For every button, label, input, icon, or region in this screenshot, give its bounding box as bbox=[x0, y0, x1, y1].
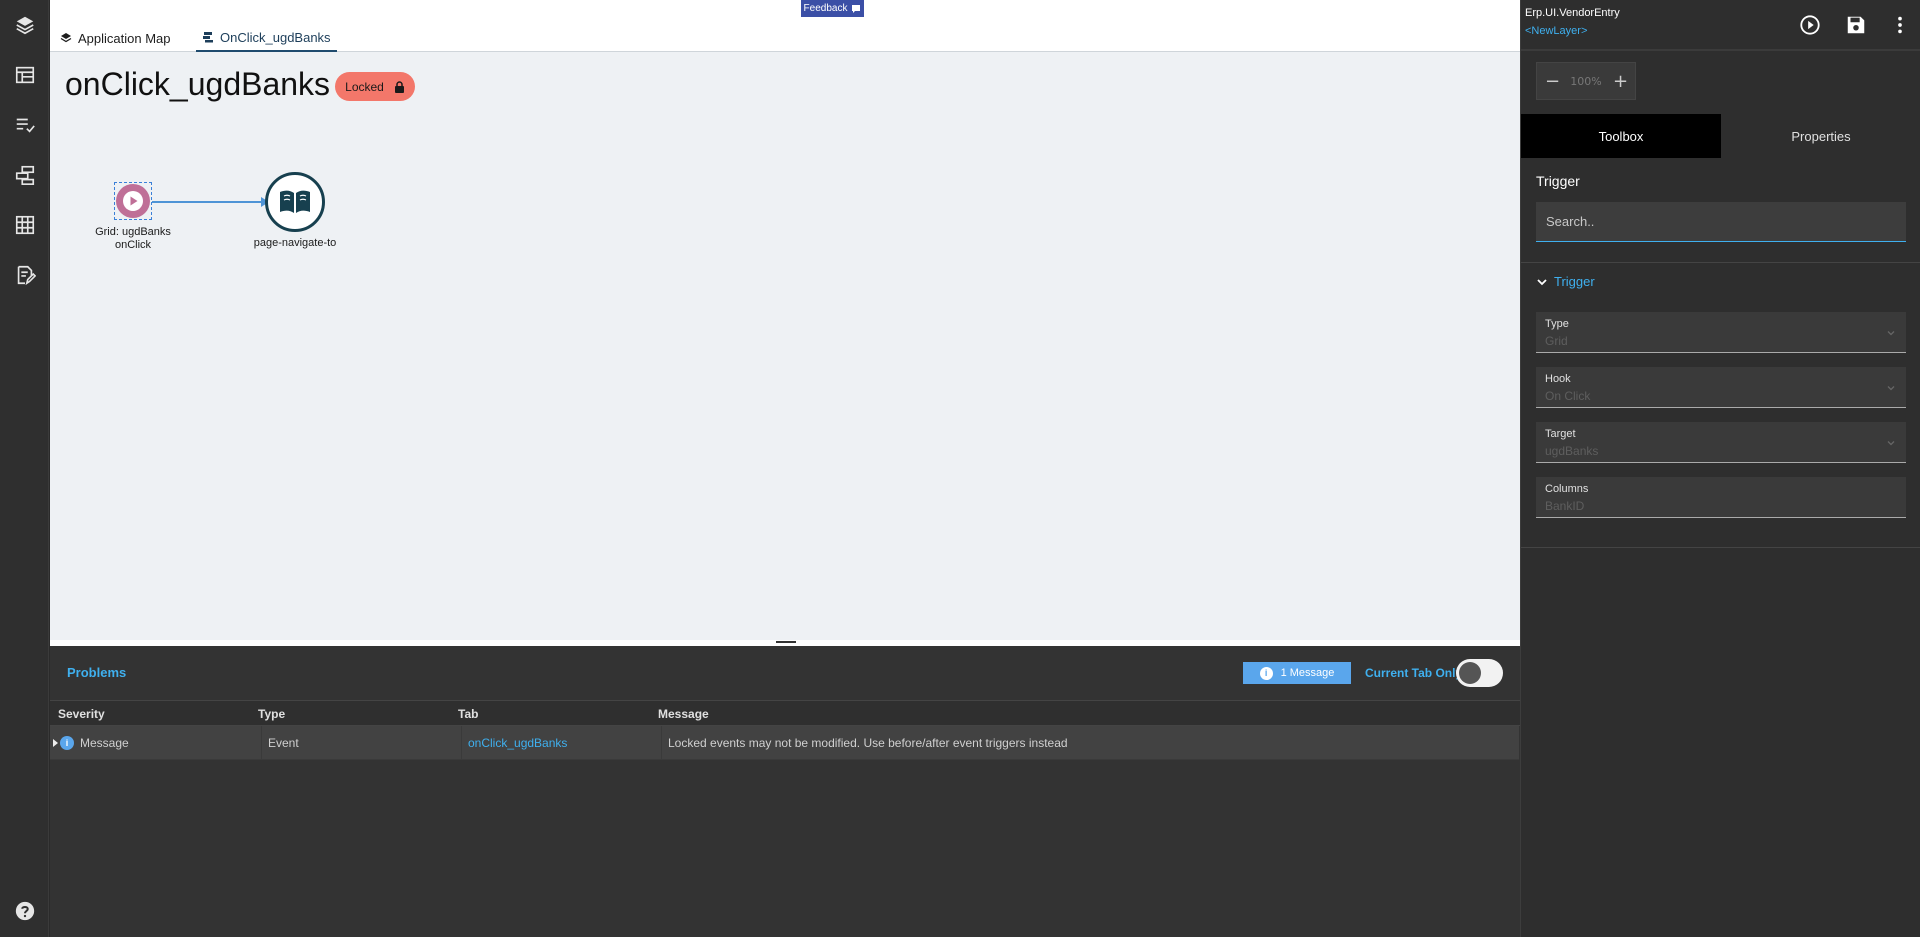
save-icon bbox=[1847, 16, 1865, 34]
message-count-label: 1 Message bbox=[1280, 667, 1335, 679]
data-views-icon[interactable] bbox=[12, 162, 38, 188]
grid-table-icon[interactable] bbox=[12, 212, 38, 238]
type-dropdown[interactable]: Type Grid bbox=[1536, 312, 1906, 353]
layer-link[interactable]: <NewLayer> bbox=[1525, 25, 1587, 37]
message-cell: Locked events may not be modified. Use b… bbox=[668, 736, 1068, 750]
checklist-icon[interactable] bbox=[12, 112, 38, 138]
current-tab-only-label: Current Tab Only bbox=[1365, 666, 1463, 680]
toggle-knob bbox=[1459, 662, 1481, 684]
field-value: Grid bbox=[1545, 334, 1568, 348]
more-options-button[interactable] bbox=[1888, 13, 1912, 37]
tab-label: OnClick_ugdBanks bbox=[220, 29, 331, 45]
sidebar-tabs: Toolbox Properties bbox=[1521, 114, 1920, 158]
table-row[interactable]: i Message Event onClick_ugdBanks Locked … bbox=[50, 726, 1519, 760]
document-tabs: Application Map OnClick_ugdBanks Feedbac… bbox=[50, 0, 1520, 52]
event-icon bbox=[203, 32, 213, 43]
edit-document-icon[interactable] bbox=[12, 262, 38, 288]
trigger-node-label-line1: Grid: ugdBanks bbox=[95, 226, 171, 238]
chevron-down-icon bbox=[1887, 331, 1895, 336]
tab-application-map[interactable]: Application Map bbox=[60, 24, 171, 52]
run-button[interactable] bbox=[1798, 13, 1822, 37]
column-header-type[interactable]: Type bbox=[258, 707, 285, 721]
left-rail bbox=[0, 0, 49, 937]
splitter-grip-icon bbox=[776, 641, 796, 643]
tab-toolbox[interactable]: Toolbox bbox=[1521, 114, 1721, 158]
tab-onclick-ugdbanks[interactable]: OnClick_ugdBanks bbox=[196, 24, 337, 52]
page-title: onClick_ugdBanks bbox=[65, 66, 331, 102]
flow-canvas[interactable]: onClick_ugdBanks Locked Grid: ugdBanks o… bbox=[50, 52, 1520, 640]
divider bbox=[1521, 262, 1920, 263]
search-input[interactable] bbox=[1536, 202, 1906, 242]
hook-dropdown[interactable]: Hook On Click bbox=[1536, 367, 1906, 408]
trigger-node[interactable] bbox=[114, 182, 152, 220]
field-label: Type bbox=[1545, 318, 1569, 330]
column-header-tab[interactable]: Tab bbox=[458, 707, 478, 721]
type-cell: Event bbox=[262, 726, 462, 760]
expand-row-icon[interactable] bbox=[53, 739, 58, 747]
target-dropdown[interactable]: Target ugdBanks bbox=[1536, 422, 1906, 463]
field-label: Hook bbox=[1545, 373, 1571, 385]
save-button[interactable] bbox=[1844, 13, 1868, 37]
field-label: Columns bbox=[1545, 483, 1589, 495]
chevron-down-icon bbox=[1537, 278, 1547, 285]
field-label: Target bbox=[1545, 428, 1576, 440]
message-count-badge[interactable]: i 1 Message bbox=[1243, 662, 1351, 684]
column-header-severity[interactable]: Severity bbox=[58, 707, 105, 721]
locked-label: Locked bbox=[345, 79, 384, 94]
problems-panel: Problems i 1 Message Current Tab Only Se… bbox=[50, 646, 1520, 937]
action-node-label: page-navigate-to bbox=[253, 237, 337, 249]
zoom-in-button[interactable]: + bbox=[1613, 71, 1628, 92]
tab-label: Application Map bbox=[78, 30, 171, 46]
field-value: BankID bbox=[1545, 499, 1585, 513]
right-sidebar: Erp.UI.VendorEntry <NewLayer> − 100% + T… bbox=[1520, 0, 1920, 937]
severity-value: Message bbox=[80, 736, 129, 750]
chevron-down-icon bbox=[1887, 441, 1895, 446]
zoom-control: − 100% + bbox=[1536, 62, 1636, 100]
trigger-group-toggle[interactable]: Trigger bbox=[1536, 274, 1595, 289]
chevron-down-icon bbox=[1887, 386, 1895, 391]
trigger-node-circle bbox=[116, 184, 150, 218]
current-tab-only-toggle[interactable] bbox=[1456, 659, 1503, 687]
book-icon bbox=[280, 190, 310, 213]
section-title: Trigger bbox=[1536, 173, 1580, 189]
divider bbox=[1521, 547, 1920, 548]
trigger-node-label: Grid: ugdBanks onClick bbox=[82, 226, 184, 252]
trigger-node-label-line2: onClick bbox=[114, 239, 152, 251]
tab-properties[interactable]: Properties bbox=[1721, 114, 1920, 158]
play-icon bbox=[123, 191, 143, 211]
lock-icon bbox=[394, 80, 404, 93]
field-value: On Click bbox=[1545, 389, 1591, 403]
sidebar-header: Erp.UI.VendorEntry <NewLayer> bbox=[1521, 0, 1920, 51]
locked-badge: Locked bbox=[335, 72, 415, 101]
play-circle-icon bbox=[1800, 15, 1820, 35]
zoom-level: 100% bbox=[1570, 74, 1602, 88]
layers-icon[interactable] bbox=[12, 12, 38, 38]
action-node[interactable] bbox=[265, 172, 325, 232]
zoom-out-button[interactable]: − bbox=[1545, 71, 1560, 92]
page-layout-icon[interactable] bbox=[12, 62, 38, 88]
tab-link[interactable]: onClick_ugdBanks bbox=[468, 736, 567, 750]
app-name: Erp.UI.VendorEntry bbox=[1525, 7, 1620, 19]
help-icon[interactable] bbox=[12, 898, 38, 924]
feedback-button[interactable]: Feedback bbox=[801, 0, 864, 17]
more-vertical-icon bbox=[1898, 16, 1902, 34]
problems-grid-header: Severity Type Tab Message bbox=[50, 700, 1520, 726]
info-icon: i bbox=[1259, 666, 1273, 680]
column-header-message[interactable]: Message bbox=[658, 707, 709, 721]
severity-cell: i Message bbox=[60, 726, 262, 760]
problems-title[interactable]: Problems bbox=[67, 665, 126, 680]
trigger-group-label: Trigger bbox=[1554, 274, 1595, 289]
columns-field[interactable]: Columns BankID bbox=[1536, 477, 1906, 518]
comment-icon bbox=[852, 4, 861, 13]
layers-icon bbox=[60, 33, 72, 43]
info-icon: i bbox=[60, 736, 74, 750]
connection-line[interactable] bbox=[152, 201, 264, 203]
tab-cell: onClick_ugdBanks bbox=[462, 726, 662, 760]
field-value: ugdBanks bbox=[1545, 444, 1599, 458]
feedback-label: Feedback bbox=[803, 3, 848, 14]
